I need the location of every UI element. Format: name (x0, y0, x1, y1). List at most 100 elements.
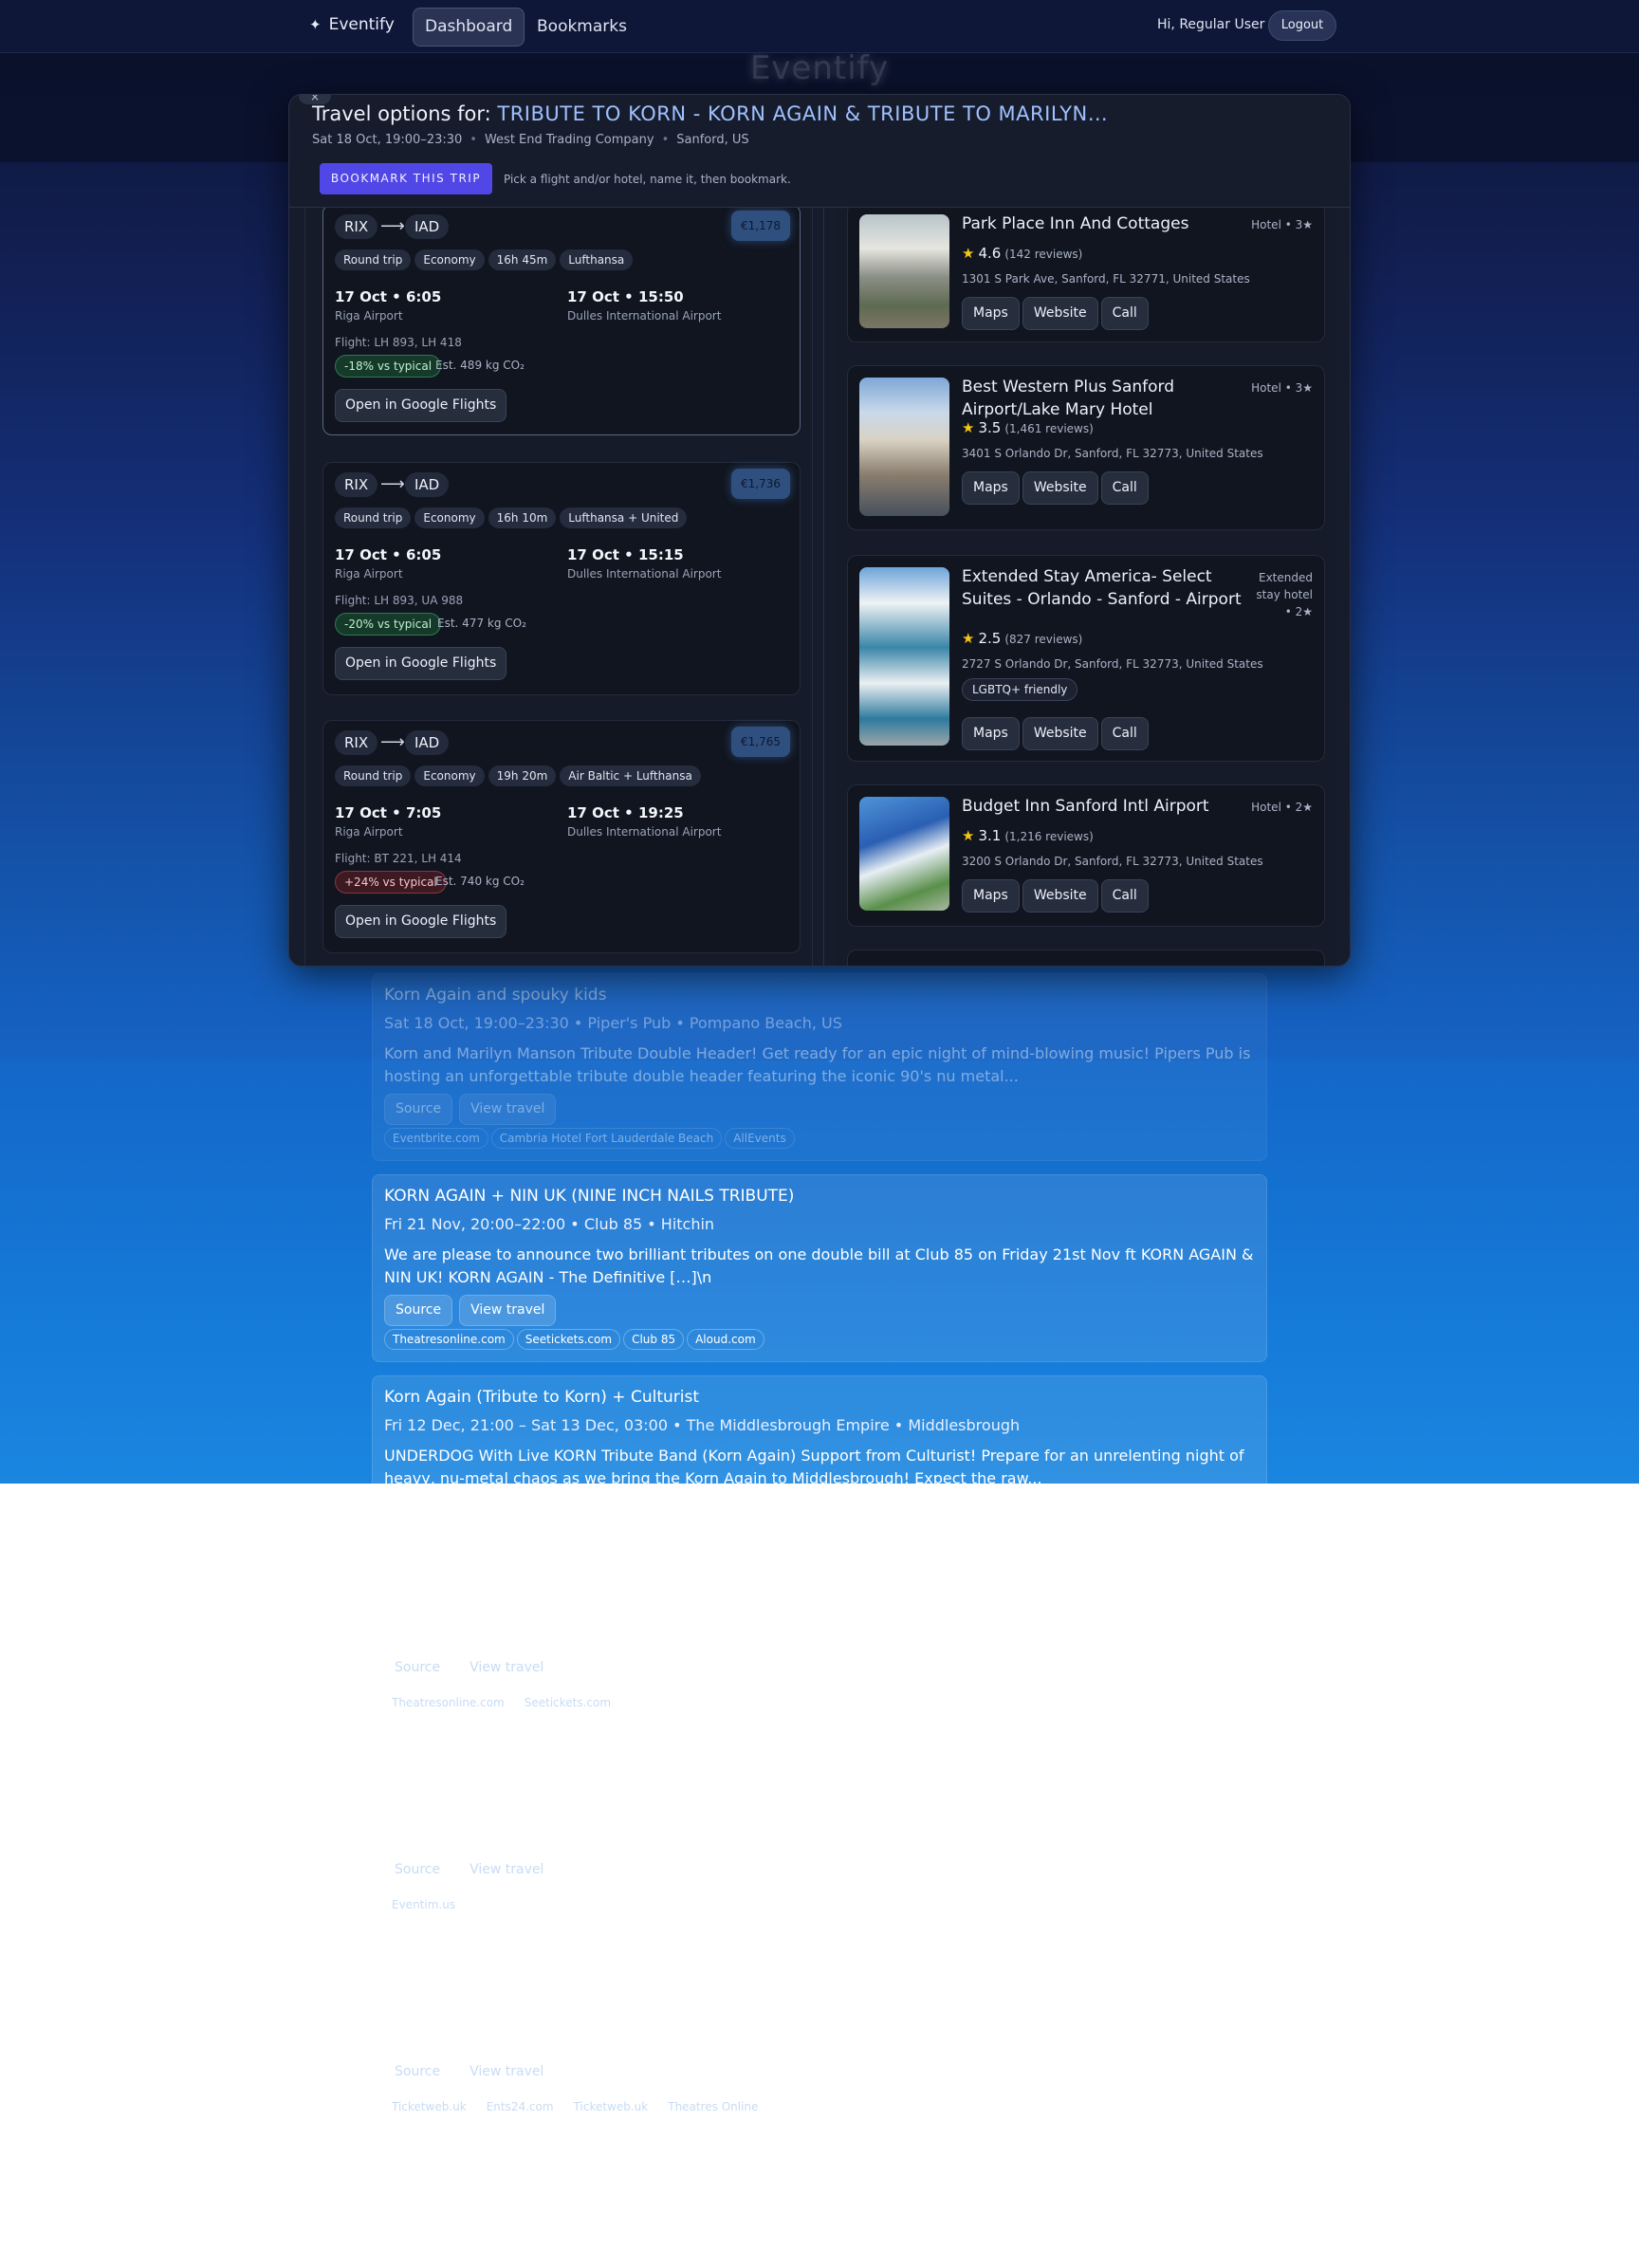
source-tag[interactable]: Eventim.us (383, 1894, 464, 1915)
arrival-time: 17 Oct • 19:25 (567, 804, 684, 821)
event-location: Sanford, US (676, 133, 749, 147)
flight-chip: 16h 45m (488, 249, 557, 270)
source-tag[interactable]: Ticketweb.uk (383, 2096, 475, 2117)
source-tag[interactable]: Distathistle.com (384, 1530, 494, 1551)
page-title: Eventify (749, 49, 890, 87)
source-tag[interactable]: AllEvents (725, 1128, 795, 1149)
event-sources: Distathistle.com Enjoy.ly Skiddle TicketSwa… (384, 1530, 706, 1551)
source-tag[interactable]: Seetickets.com (516, 1692, 619, 1713)
hotel-rating: ★ 4.6 (142 reviews) (962, 245, 1082, 262)
source-tag[interactable]: Aloud.com (687, 1329, 764, 1350)
source-tag[interactable]: Ents24.com (478, 2096, 562, 2117)
modal-event-meta: Sat 18 Oct, 19:00–23:30 • West End Trading… (312, 133, 749, 147)
logout-button[interactable]: Logout (1268, 10, 1336, 41)
star-icon: ★ (962, 245, 975, 262)
hotel-card[interactable]: Best Western Plus Sanford Airport/Lake M… (847, 365, 1325, 530)
source-tag[interactable]: Cambria Hotel Fort Lauderdale Beach (490, 1128, 723, 1149)
flights-column[interactable]: RIX ⟶ IAD €1,178 Round trip Economy 16h 45m Luf… (304, 208, 813, 966)
nav-dashboard[interactable]: Dashboard (413, 8, 525, 46)
price-badge: €1,178 (731, 211, 790, 241)
hotel-name: Best Western Plus Sanford Airport/Lake M… (962, 378, 1175, 419)
source-tag[interactable]: Theatres Online (659, 2096, 766, 2117)
flight-card[interactable]: RIX ⟶ IAD €1,178 Round trip Economy 16h 45m Luf… (322, 208, 801, 435)
maps-button[interactable]: Maps (962, 471, 1020, 505)
source-button[interactable]: Source (383, 1652, 451, 1684)
flight-chips: Round trip Economy 19h 20m Air Baltic + Luf… (335, 765, 705, 786)
view-travel-button[interactable]: View travel (459, 1496, 557, 1527)
call-button[interactable]: Call (1100, 297, 1149, 330)
hotel-card[interactable]: Park Place Inn And Cottages Hotel • 3★ ★ 4.… (847, 208, 1325, 342)
hotel-card[interactable]: Extended Stay America- Select Suites - O… (847, 555, 1325, 762)
event-sources: Eventim.us (383, 1894, 467, 1915)
hotel-card[interactable]: Budget Inn Sanford Intl Airport Hotel • 2… (847, 784, 1325, 927)
event-sources: Ticketweb.uk Ents24.com Ticketweb.uk Theatr… (383, 2096, 769, 2117)
source-button[interactable]: Source (384, 1496, 453, 1527)
view-travel-button[interactable]: View travel (459, 1094, 557, 1125)
source-tag[interactable]: Theatresonline.com (384, 1329, 514, 1350)
event-card[interactable]: Korn Again and spouky kids Sat 18 Oct, 19… (372, 973, 1267, 1161)
source-tag[interactable]: Theatresonline.com (383, 1692, 513, 1713)
source-tag[interactable]: Eventbrite.com (384, 1128, 488, 1149)
hotels-column[interactable]: Park Place Inn And Cottages Hotel • 3★ ★ 4.… (836, 208, 1336, 966)
sparkle-icon: ✦ (309, 16, 322, 33)
flight-card[interactable]: RIX ⟶ IAD €1,765 Round trip Economy 19h 20m Air… (322, 720, 801, 953)
event-description: Korn and Marilyn Manson Tribute Double H… (384, 1044, 1251, 1085)
open-google-flights-button[interactable]: Open in Google Flights (335, 389, 507, 422)
nav-bookmarks[interactable]: Bookmarks (525, 8, 639, 46)
website-button[interactable]: Website (1022, 471, 1098, 505)
event-card[interactable]: KORN AGAIN + NIN UK (NINE INCH NAILS TRI… (372, 1174, 1267, 1362)
maps-button[interactable]: Maps (962, 297, 1020, 330)
hotel-actions: Maps Website Call (962, 297, 1151, 330)
maps-button[interactable]: Maps (962, 717, 1020, 750)
departure-time: 17 Oct • 7:05 (335, 804, 442, 821)
source-button[interactable]: Source (384, 1094, 453, 1125)
flight-numbers: Flight: LH 893, UA 988 (335, 594, 464, 607)
review-count: (142 reviews) (1004, 248, 1083, 261)
source-button[interactable]: Source (384, 1295, 453, 1326)
event-card[interactable]: Korn Again (Tribute to Korn) + Culturist… (372, 1375, 1267, 1565)
hotel-photo (859, 378, 949, 516)
call-button[interactable]: Call (1100, 717, 1149, 750)
source-tag[interactable]: TicketSwap (621, 1530, 703, 1551)
source-button[interactable]: Source (383, 1854, 451, 1886)
destination-airport-code: IAD (405, 730, 450, 755)
modal-title: Travel options for: TRIBUTE TO KORN - KO… (312, 102, 1108, 125)
hotel-actions: Maps Website Call (962, 717, 1151, 750)
price-vs-typical-badge: -18% vs typical (335, 355, 442, 378)
hotel-card[interactable] (847, 950, 1325, 966)
source-tag[interactable]: Club 85 (623, 1329, 685, 1350)
origin-airport-code: RIX (335, 472, 378, 497)
review-count: (1,216 reviews) (1004, 830, 1094, 843)
open-google-flights-button[interactable]: Open in Google Flights (335, 647, 507, 680)
call-button[interactable]: Call (1100, 471, 1149, 505)
view-travel-button[interactable]: View travel (458, 1854, 555, 1886)
price-vs-typical-badge: -20% vs typical (335, 613, 442, 636)
event-venue: West End Trading Company (484, 133, 654, 147)
hotel-rating: ★ 3.1 (1,216 reviews) (962, 827, 1094, 844)
source-tag[interactable]: Ticketweb.uk (565, 2096, 657, 2117)
view-travel-button[interactable]: View travel (458, 1652, 555, 1684)
website-button[interactable]: Website (1022, 717, 1098, 750)
modal-event-name: TRIBUTE TO KORN - KORN AGAIN & TRIBUTE T… (497, 102, 1109, 125)
website-button[interactable]: Website (1022, 297, 1098, 330)
arrival-time: 17 Oct • 15:50 (567, 288, 684, 305)
source-button[interactable]: Source (383, 2056, 451, 2088)
source-tag[interactable]: Skiddle (560, 1530, 619, 1551)
view-travel-button[interactable]: View travel (458, 2056, 555, 2088)
flight-chip: Economy (414, 249, 485, 270)
source-tag[interactable]: Enjoy.ly (496, 1530, 558, 1551)
view-travel-button[interactable]: View travel (459, 1295, 557, 1326)
bookmark-trip-button[interactable]: BOOKMARK THIS TRIP (320, 163, 492, 194)
brand-logo[interactable]: ✦ Eventify (309, 15, 395, 34)
flight-card[interactable]: RIX ⟶ IAD €1,736 Round trip Economy 16h 10m Luf… (322, 462, 801, 695)
website-button[interactable]: Website (1022, 879, 1098, 913)
open-google-flights-button[interactable]: Open in Google Flights (335, 905, 507, 938)
brand-name: Eventify (328, 15, 395, 34)
hotel-type: Hotel • 3★ (1251, 218, 1313, 231)
departure-time: 17 Oct • 6:05 (335, 288, 442, 305)
event-actions: Source View travel (384, 1496, 562, 1527)
star-icon: ★ (962, 419, 975, 436)
maps-button[interactable]: Maps (962, 879, 1020, 913)
call-button[interactable]: Call (1100, 879, 1149, 913)
source-tag[interactable]: Seetickets.com (516, 1329, 621, 1350)
